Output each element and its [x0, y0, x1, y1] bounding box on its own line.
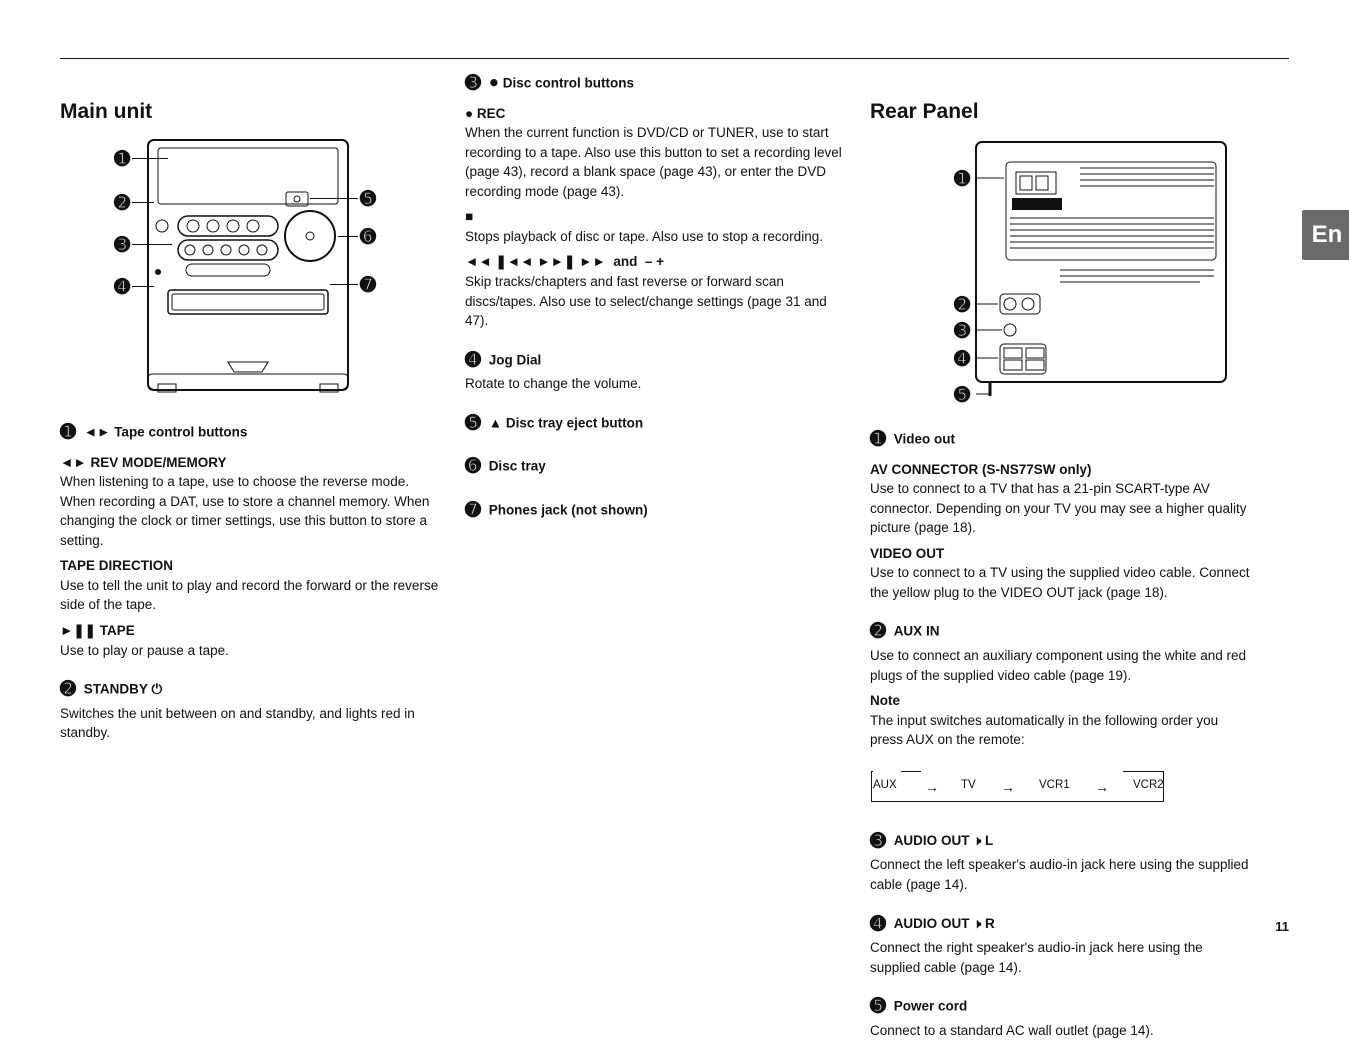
- speaker-icon: 🔈︎: [973, 914, 981, 934]
- aux-flow: AUX → TV → VCR1 → VCR2: [870, 760, 1250, 812]
- heading-rear-panel: Rear Panel: [870, 100, 1250, 124]
- item-jog-dial: ➍ Jog Dial Rotate to change the volume.: [465, 347, 845, 394]
- stop-icon: ■: [465, 209, 473, 224]
- prev-track-icon: ❚◄◄: [495, 254, 537, 269]
- arrow-right-icon: →: [925, 777, 939, 797]
- item-tape-controls: ➊ ◄► Tape control buttons ◄► REV MODE/ME…: [60, 419, 440, 660]
- speaker-icon: 🔈︎: [973, 831, 981, 851]
- play-pause-icon: ►❚❚: [60, 623, 100, 638]
- arrow-right-icon: →: [1095, 777, 1109, 797]
- item-video-out: ➊ Video out AV CONNECTOR (S-NS77SW only)…: [870, 426, 1250, 602]
- record-icon: ●: [465, 106, 477, 121]
- rear-panel-diagram: ➊ ➋ ➌ ➍ ➎: [940, 136, 1240, 401]
- next-track-icon: ►►❚: [537, 254, 579, 269]
- page-number: 11: [1275, 919, 1289, 934]
- triangle-left-right-icon: ◄►: [84, 424, 111, 439]
- column-disc-controls: ➌ ● Disc control buttons ● REC When the …: [465, 70, 845, 540]
- item-eject: ➎ ▲ Disc tray eject button: [465, 410, 845, 438]
- record-dot-icon: ●: [489, 72, 499, 91]
- eject-icon: ▲: [489, 415, 502, 430]
- item-phones-jack: ➐ Phones jack (not shown): [465, 497, 845, 525]
- item-disc-tray: ➏ Disc tray: [465, 453, 845, 481]
- minus-plus-icon: – +: [645, 254, 664, 269]
- item-audio-out-r: ➍ AUDIO OUT 🔈︎ R Connect the right speak…: [870, 911, 1250, 978]
- page-rule: [60, 58, 1289, 59]
- column-rear-panel: Rear Panel: [870, 100, 1250, 1056]
- item-audio-out-l: ➌ AUDIO OUT 🔈︎ L Connect the left speake…: [870, 828, 1250, 895]
- item-aux-in: ➋ AUX IN Use to connect an auxiliary com…: [870, 618, 1250, 811]
- arrow-right-icon: →: [1001, 777, 1015, 797]
- item-power-cord: ➎ Power cord Connect to a standard AC wa…: [870, 993, 1250, 1040]
- rewind-icon: ◄◄: [465, 254, 495, 269]
- language-tab: En: [1302, 210, 1349, 260]
- heading-main-unit: Main unit: [60, 100, 440, 124]
- item-standby: ➋ STANDBY ⏻ Switches the unit between on…: [60, 676, 440, 743]
- item-disc-controls: ➌ ● Disc control buttons ● REC When the …: [465, 70, 845, 331]
- power-icon: ⏻: [151, 682, 162, 697]
- fast-forward-icon: ►►: [579, 254, 609, 269]
- main-unit-diagram: ➊ ➋ ➌ ➍ ➎ ➏ ➐: [138, 134, 378, 399]
- column-main-unit: Main unit: [60, 100, 440, 759]
